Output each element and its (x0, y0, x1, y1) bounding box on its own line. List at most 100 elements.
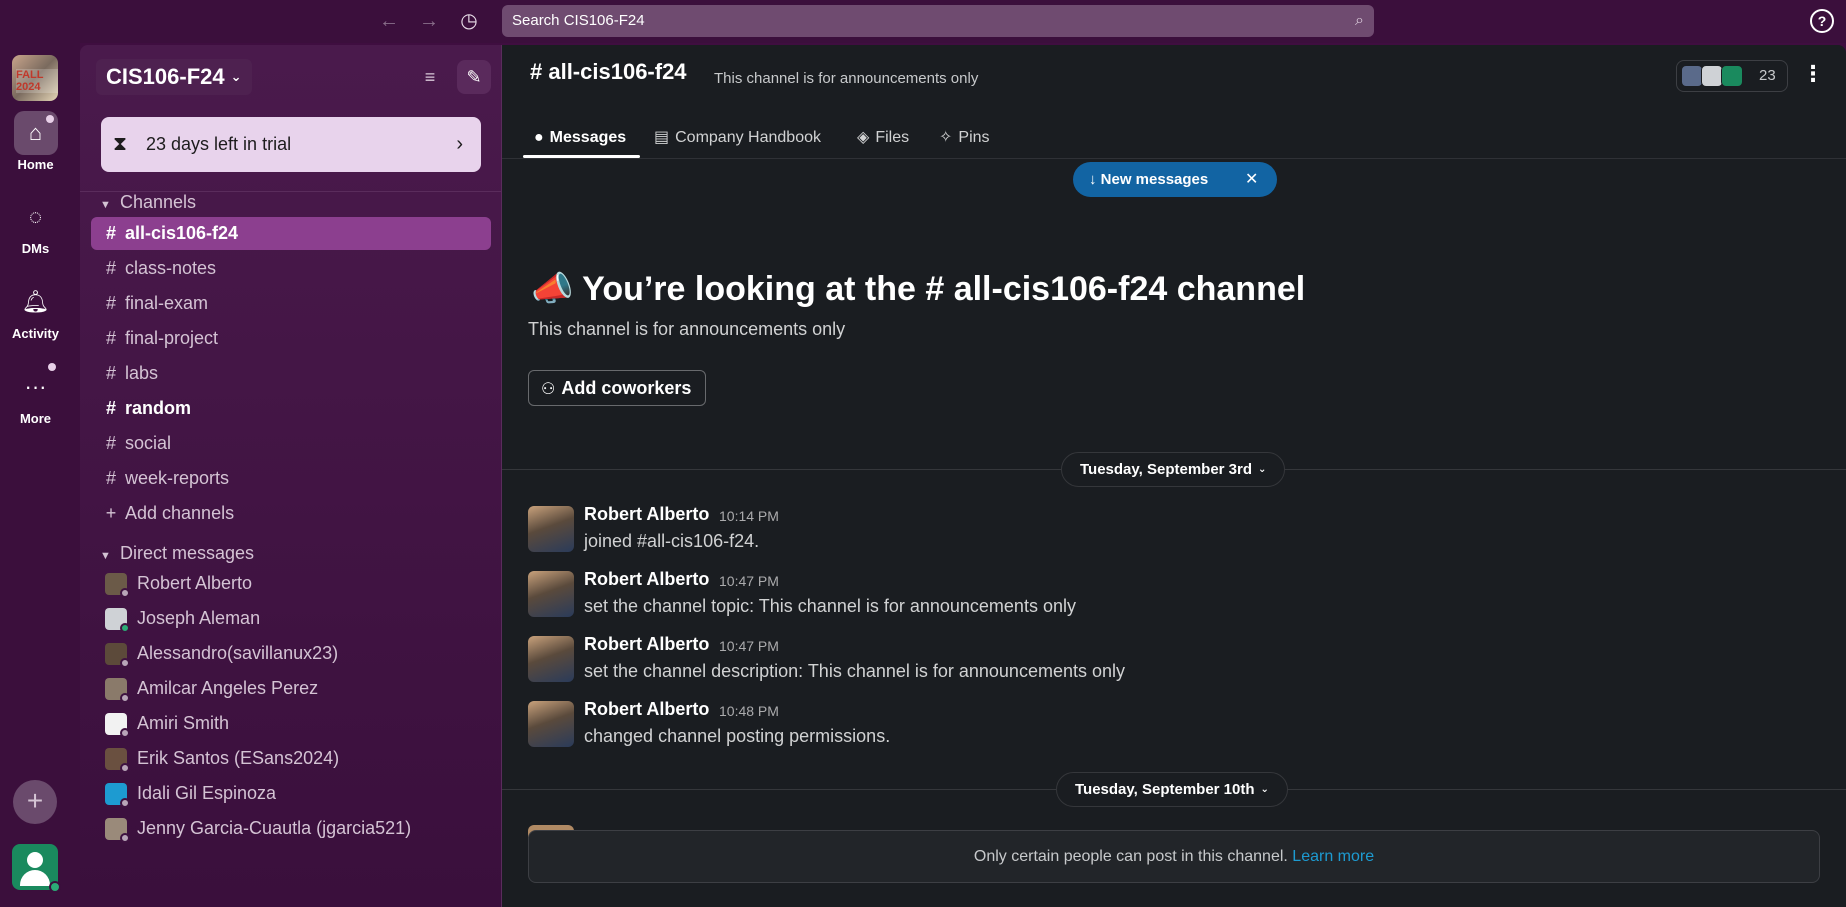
pin-icon: ✧ (939, 129, 953, 146)
dm-name: Amilcar Angeles Perez (137, 678, 319, 698)
sidebar: CIS106-F24 ⌄ ≡ ✎ ⧗ 23 days left in trial … (80, 45, 502, 907)
close-icon[interactable]: ✕ (1245, 162, 1258, 197)
hash-icon: # (105, 468, 116, 488)
search-placeholder: Search CIS106-F24 (512, 12, 645, 29)
channel-item-all-cis106-f24[interactable]: # all-cis106-f24 (91, 217, 491, 250)
rail-activity[interactable]: 🔔︎ Activity (0, 280, 71, 341)
message-timestamp[interactable]: 10:47 PM (719, 638, 779, 654)
rail-activity-label: Activity (12, 326, 59, 341)
presence-status-icon (120, 658, 130, 668)
message-avatar[interactable] (528, 506, 574, 552)
presence-status-icon (120, 833, 130, 843)
message-timestamp[interactable]: 10:47 PM (719, 573, 779, 589)
active-tab-indicator (523, 155, 640, 158)
learn-more-link[interactable]: Learn more (1292, 848, 1374, 865)
dm-item[interactable]: Idali Gil Espinoza (91, 777, 491, 810)
kebab-menu-icon[interactable]: ⋮ (1802, 61, 1824, 87)
presence-status-icon (120, 588, 130, 598)
dm-item[interactable]: Joseph Aleman (91, 602, 491, 635)
dm-item[interactable]: Amiri Smith (91, 707, 491, 740)
help-icon[interactable]: ? (1810, 9, 1834, 33)
dm-item[interactable]: Erik Santos (ESans2024) (91, 742, 491, 775)
member-avatar (1701, 65, 1723, 87)
dm-name: Idali Gil Espinoza (137, 783, 277, 803)
tab-divider (502, 158, 1846, 159)
dm-item[interactable]: Jenny Garcia-Cuautla (jgarcia521) (91, 812, 491, 845)
message-avatar[interactable] (528, 571, 574, 617)
chevron-right-icon: › (456, 133, 463, 155)
rail-more[interactable]: ··· More (0, 363, 71, 426)
trial-banner[interactable]: ⧗ 23 days left in trial › (101, 117, 481, 172)
message[interactable]: Robert Alberto 10:47 PM set the channel de… (528, 634, 1728, 694)
add-channels-button[interactable]: + Add channels (91, 497, 491, 530)
filter-icon[interactable]: ≡ (416, 63, 444, 91)
message-timestamp[interactable]: 10:14 PM (719, 508, 779, 524)
message[interactable]: Robert Alberto 10:47 PM set the channel to… (528, 569, 1728, 629)
rail-home[interactable]: ⌂ Home (0, 111, 71, 172)
members-button[interactable]: 23 (1676, 60, 1788, 92)
message[interactable]: Robert Alberto 10:48 PM changed channel po… (528, 699, 1728, 759)
plus-icon: + (105, 503, 117, 523)
dm-name: Amiri Smith (137, 713, 230, 733)
channel-item-labs[interactable]: # labs (91, 357, 491, 390)
rail-dms[interactable]: ◌ DMs (0, 195, 71, 256)
channels-section-header[interactable]: ▼ Channels (90, 187, 490, 217)
hash-icon: # (105, 293, 116, 313)
hourglass-icon: ⧗ (113, 133, 128, 155)
message-author[interactable]: Robert Alberto (584, 634, 709, 655)
message-text: set the channel description: This channe… (584, 661, 1125, 681)
message-author[interactable]: Robert Alberto (584, 699, 709, 720)
home-icon: ⌂ (13, 111, 58, 155)
channel-item-class-notes[interactable]: # class-notes (91, 252, 491, 285)
back-arrow-icon[interactable]: ← (376, 8, 402, 34)
dm-item[interactable]: Amilcar Angeles Perez (91, 672, 491, 705)
hash-icon: # (105, 398, 116, 418)
chevron-down-icon: ⌄ (1258, 464, 1267, 475)
message-author[interactable]: Robert Alberto (584, 504, 709, 525)
dm-section-header[interactable]: ▼ Direct messages (90, 538, 490, 568)
workspace-name-button[interactable]: CIS106-F24 ⌄ (96, 59, 252, 95)
message[interactable]: Robert Alberto 10:14 PM joined #all-cis106… (528, 504, 1728, 564)
unread-dot (47, 363, 56, 371)
channel-intro-title: 📣 You’re looking at the # all-cis106-f24… (531, 270, 1306, 308)
workspace-logo[interactable]: FALL 2024 (12, 55, 58, 101)
channel-topic: This channel is for announcements only (714, 70, 979, 87)
history-clock-icon[interactable]: ◷ (456, 8, 482, 34)
date-divider-sep10[interactable]: Tuesday, September 10th ⌄ (1056, 772, 1288, 807)
add-person-icon: ⚇ (541, 381, 556, 398)
bell-icon: 🔔︎ (21, 289, 50, 314)
tab-files[interactable]: ◈ Files (857, 117, 909, 159)
channel-item-final-exam[interactable]: # final-exam (91, 287, 491, 320)
channel-pane: # all-cis106-f24 This channel is for ann… (502, 45, 1846, 907)
channel-item-week-reports[interactable]: # week-reports (91, 462, 491, 495)
message-author[interactable]: Robert Alberto (584, 569, 709, 590)
dm-item[interactable]: Alessandro(savillanux23) (91, 637, 491, 670)
channel-item-final-project[interactable]: # final-project (91, 322, 491, 355)
message-timestamp[interactable]: 10:48 PM (719, 703, 779, 719)
tab-company-handbook[interactable]: ▤ Company Handbook (654, 117, 821, 159)
trial-text: 23 days left in trial (146, 134, 292, 154)
message-text: changed channel posting permissions. (584, 726, 891, 746)
user-avatar[interactable] (12, 844, 61, 893)
new-messages-button[interactable]: ↓ New messages ✕ (1073, 162, 1277, 197)
add-coworkers-button[interactable]: ⚇ Add coworkers (528, 370, 707, 406)
member-avatar (1721, 65, 1743, 87)
tab-messages[interactable]: ● Messages (534, 117, 626, 159)
channel-item-random[interactable]: # random (91, 392, 491, 425)
posting-restricted-text: Only certain people can post in this cha… (973, 848, 1288, 865)
hash-icon: # (105, 258, 116, 278)
dm-item[interactable]: Robert Alberto (91, 567, 491, 600)
compose-icon[interactable]: ✎ (457, 60, 491, 94)
add-workspace-icon[interactable]: + (13, 780, 57, 824)
date-divider-sep3[interactable]: Tuesday, September 3rd ⌄ (1061, 452, 1286, 487)
hash-icon: # (105, 223, 116, 243)
tab-pins[interactable]: ✧ Pins (939, 117, 990, 159)
channel-item-social[interactable]: # social (91, 427, 491, 460)
message-avatar[interactable] (528, 701, 574, 747)
dm-name: Erik Santos (ESans2024) (137, 748, 340, 768)
forward-arrow-icon[interactable]: → (416, 8, 442, 34)
channel-title[interactable]: # all-cis106-f24 (530, 59, 687, 85)
search-input[interactable]: Search CIS106-F24 ⌕ (502, 5, 1374, 37)
message-avatar[interactable] (528, 636, 574, 682)
presence-status-icon (120, 728, 130, 738)
